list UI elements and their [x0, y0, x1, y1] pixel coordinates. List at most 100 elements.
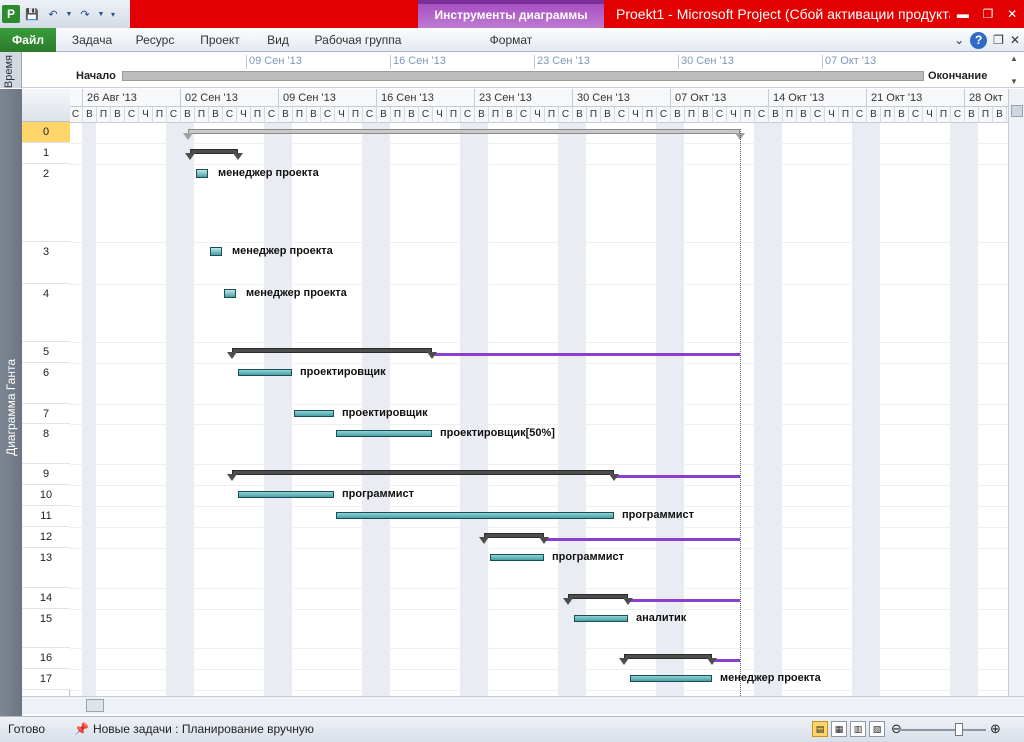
- task-bar[interactable]: [490, 554, 544, 561]
- scroll-up-icon[interactable]: ▲: [1010, 54, 1018, 63]
- timeline-date: 07 Окт '13: [825, 55, 877, 67]
- task-usage-button[interactable]: ▦: [831, 721, 847, 737]
- row-number[interactable]: 12: [22, 527, 70, 548]
- row-number[interactable]: 7: [22, 404, 70, 424]
- close-button[interactable]: ✕: [1007, 7, 1017, 21]
- task-bar[interactable]: [336, 512, 614, 519]
- redo-icon[interactable]: ↷: [76, 5, 94, 23]
- help-icon[interactable]: ?: [970, 31, 988, 49]
- row-number[interactable]: 15: [22, 609, 70, 648]
- timescale-day-label: В: [474, 107, 488, 123]
- timescale-day-label: В: [404, 107, 418, 123]
- save-icon[interactable]: 💾: [23, 5, 41, 23]
- tab-format[interactable]: Формат: [418, 28, 604, 52]
- row-number[interactable]: 2: [22, 164, 70, 242]
- tab-task[interactable]: Задача: [64, 28, 120, 52]
- summary-bar[interactable]: [232, 470, 614, 475]
- row-number[interactable]: 14: [22, 588, 70, 609]
- row-number[interactable]: 17: [22, 669, 70, 690]
- status-bar: Готово 📌 Новые задачи : Планирование вруч…: [0, 716, 1024, 742]
- redo-dropdown-icon[interactable]: ▼: [97, 5, 105, 23]
- row-number[interactable]: 6: [22, 363, 70, 404]
- undo-dropdown-icon[interactable]: ▼: [65, 5, 73, 23]
- row-number[interactable]: 8: [22, 424, 70, 464]
- file-tab[interactable]: Файл: [0, 28, 56, 52]
- tab-view[interactable]: Вид: [258, 28, 298, 52]
- row-number[interactable]: 10: [22, 485, 70, 506]
- row-number[interactable]: 5: [22, 342, 70, 363]
- timescale-day-label: В: [278, 107, 292, 123]
- scroll-thumb[interactable]: [86, 699, 104, 712]
- row-number[interactable]: 1: [22, 143, 70, 164]
- scroll-down-icon[interactable]: ▼: [1010, 77, 1018, 86]
- zoom-thumb[interactable]: [955, 723, 963, 736]
- weekend-shade: [852, 123, 866, 696]
- summary-bar[interactable]: [232, 348, 432, 353]
- timescale-day-label: В: [866, 107, 880, 123]
- row-number[interactable]: 11: [22, 506, 70, 527]
- resource-sheet-button[interactable]: ▧: [869, 721, 885, 737]
- timeline-bar[interactable]: [122, 71, 924, 81]
- row-hscroll[interactable]: [22, 696, 70, 714]
- task-bar[interactable]: [574, 615, 628, 622]
- timescale-day-label: С: [70, 107, 82, 123]
- new-tasks-mode[interactable]: 📌 Новые задачи : Планирование вручную: [74, 722, 314, 736]
- timescale-day-label: С: [264, 107, 278, 123]
- timescale-day-label: П: [782, 107, 796, 123]
- row-number[interactable]: 9: [22, 464, 70, 485]
- row-number[interactable]: 0: [22, 122, 70, 143]
- task-bar-short[interactable]: [196, 169, 208, 178]
- row-number[interactable]: 3: [22, 242, 70, 284]
- project-summary-bar[interactable]: [188, 129, 740, 134]
- quick-access-toolbar: P 💾 ↶ ▼ ↷ ▼ ▾: [0, 0, 130, 28]
- task-bar[interactable]: [238, 491, 334, 498]
- scroll-thumb[interactable]: [1011, 105, 1023, 117]
- summary-bar[interactable]: [484, 533, 544, 538]
- row-number-header[interactable]: [22, 89, 70, 122]
- tab-project[interactable]: Проект: [192, 28, 248, 52]
- doc-close-icon[interactable]: ✕: [1010, 33, 1020, 47]
- window-title: Proekt1 - Microsoft Project (Сбой актива…: [604, 0, 950, 28]
- new-tasks-label: Новые задачи : Планирование вручную: [92, 722, 314, 736]
- weekend-shade: [670, 123, 684, 696]
- timescale-day-label: В: [894, 107, 908, 123]
- resource-label: менеджер проекта: [218, 167, 319, 179]
- resource-label: аналитик: [636, 612, 687, 624]
- gantt-view-button[interactable]: ▤: [812, 721, 828, 737]
- gantt-chart[interactable]: 26 Авг '13 02 Сен '13 09 Сен '13 16 Сен '13…: [70, 89, 1008, 696]
- doc-restore-icon[interactable]: ❐: [993, 33, 1004, 47]
- row-number[interactable]: 4: [22, 284, 70, 342]
- minimize-button[interactable]: ▬: [957, 7, 969, 21]
- task-bar-short[interactable]: [210, 247, 222, 256]
- task-bar[interactable]: [294, 410, 334, 417]
- ribbon-minimize-icon[interactable]: ⌄: [954, 33, 964, 47]
- customize-toolbar-icon[interactable]: ▾: [108, 5, 118, 23]
- row-number[interactable]: 16: [22, 648, 70, 669]
- vertical-scrollbar[interactable]: [1008, 89, 1024, 696]
- horizontal-scrollbar[interactable]: [70, 696, 1024, 714]
- row-number[interactable]: 13: [22, 548, 70, 588]
- summary-bar[interactable]: [190, 149, 238, 154]
- task-bar[interactable]: [336, 430, 432, 437]
- timescale-day-label: С: [810, 107, 824, 123]
- restore-button[interactable]: ❐: [983, 7, 994, 21]
- timescale-day-label: П: [880, 107, 894, 123]
- zoom-slider[interactable]: [898, 729, 986, 731]
- zoom-in-icon[interactable]: ⊕: [990, 721, 1001, 737]
- timescale-day-label: П: [684, 107, 698, 123]
- summary-bar[interactable]: [624, 654, 712, 659]
- timeline-tick: [246, 55, 247, 69]
- team-planner-button[interactable]: ▥: [850, 721, 866, 737]
- summary-bar[interactable]: [568, 594, 628, 599]
- summary-end-marker: [233, 153, 243, 160]
- view-bar[interactable]: Диаграмма Ганта: [0, 89, 22, 716]
- timescale-day-label: Ч: [824, 107, 838, 123]
- timescale-day-label: С: [124, 107, 138, 123]
- timeline-scroll[interactable]: ▲ ▼: [1006, 54, 1022, 86]
- task-bar[interactable]: [238, 369, 292, 376]
- undo-icon[interactable]: ↶: [44, 5, 62, 23]
- tab-team[interactable]: Рабочая группа: [308, 28, 408, 52]
- task-bar-short[interactable]: [224, 289, 236, 298]
- task-bar[interactable]: [630, 675, 712, 682]
- tab-resource[interactable]: Ресурс: [128, 28, 182, 52]
